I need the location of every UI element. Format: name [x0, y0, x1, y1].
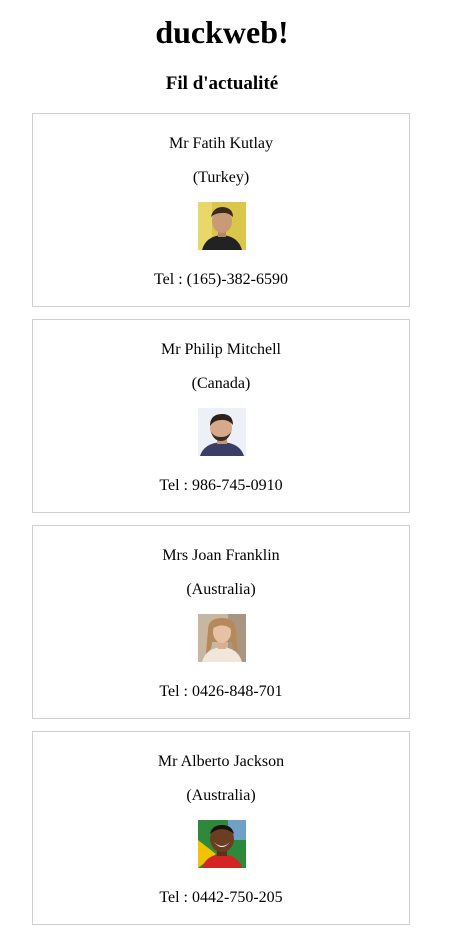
person-country: (Australia)	[186, 787, 256, 804]
person-country: (Australia)	[186, 581, 256, 598]
site-title: duckweb!	[155, 14, 289, 50]
person-card: Mrs Joan Franklin (Australia) Tel : 0426…	[32, 525, 410, 719]
person-name: Mr Alberto Jackson	[157, 753, 285, 770]
male-portrait-icon	[198, 202, 246, 250]
person-country: (Canada)	[191, 375, 251, 392]
person-tel: Tel : 986-745-0910	[159, 477, 283, 494]
person-card: Mr Philip Mitchell (Canada) Tel : 986-74…	[32, 319, 410, 513]
person-card: Mr Fatih Kutlay (Turkey) Tel : (165)-382…	[32, 113, 410, 307]
person-tel: Tel : 0442-750-205	[159, 889, 283, 906]
feed-title: Fil d'actualité	[165, 73, 279, 94]
person-name: Mr Philip Mitchell	[161, 341, 281, 358]
male-portrait-icon	[198, 408, 246, 456]
person-name: Mrs Joan Franklin	[162, 547, 280, 564]
female-portrait-icon	[198, 614, 246, 662]
person-tel: Tel : (165)-382-6590	[154, 271, 288, 288]
person-country: (Turkey)	[192, 169, 250, 186]
person-tel: Tel : 0426-848-701	[159, 683, 283, 700]
person-card: Mr Alberto Jackson (Australia) Tel : 044…	[32, 731, 410, 925]
male-portrait-icon	[198, 820, 246, 868]
person-name: Mr Fatih Kutlay	[169, 135, 273, 152]
